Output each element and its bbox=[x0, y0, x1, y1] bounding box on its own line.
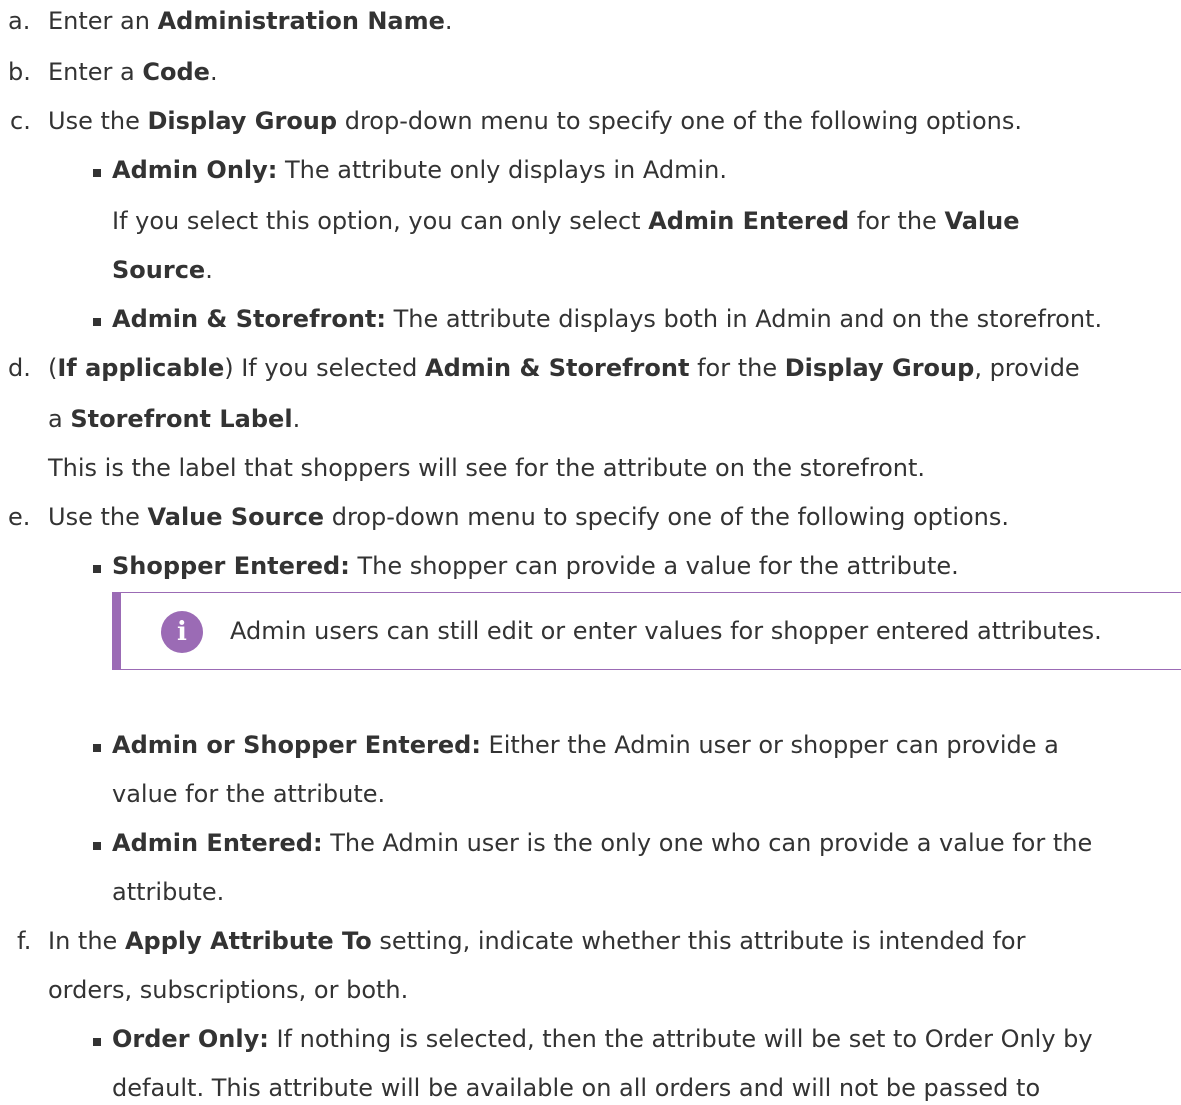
option-admin-only-note-line2: Source. bbox=[112, 256, 213, 284]
step-d-marker: d. bbox=[8, 354, 31, 382]
step-d-text-line1: (If applicable) If you selected Admin & … bbox=[48, 354, 1080, 382]
step-b-text: Enter a Code. bbox=[48, 58, 218, 86]
apply-attribute-to-term: Apply Attribute To bbox=[124, 927, 372, 955]
value-source-term: Value Source bbox=[147, 503, 325, 531]
step-e-text: Use the Value Source drop-down menu to s… bbox=[48, 503, 1010, 531]
info-callout-text: Admin users can still edit or enter valu… bbox=[230, 617, 1102, 645]
option-admin-storefront: Admin & Storefront: The attribute displa… bbox=[112, 305, 1103, 333]
step-f-text-line1: In the Apply Attribute To setting, indic… bbox=[48, 927, 1026, 955]
bullet-icon bbox=[93, 565, 101, 573]
step-a-text: Enter an Administration Name. bbox=[48, 7, 453, 35]
bullet-icon bbox=[93, 842, 101, 850]
step-a-marker: a. bbox=[8, 7, 31, 35]
step-b-marker: b. bbox=[8, 58, 31, 86]
option-order-only: Order Only: If nothing is selected, then… bbox=[112, 1025, 1093, 1053]
code-term: Code bbox=[142, 58, 210, 86]
info-icon: i bbox=[161, 611, 203, 653]
step-d-text-line2: a Storefront Label. bbox=[48, 405, 301, 433]
step-e-marker: e. bbox=[8, 503, 31, 531]
option-admin-entered: Admin Entered: The Admin user is the onl… bbox=[112, 829, 1093, 857]
option-order-only-line2: default. This attribute will be availabl… bbox=[112, 1074, 1041, 1102]
option-shopper-entered: Shopper Entered: The shopper can provide… bbox=[112, 552, 959, 580]
display-group-term: Display Group bbox=[147, 107, 338, 135]
bullet-icon bbox=[93, 744, 101, 752]
option-admin-or-shopper-entered-line2: value for the attribute. bbox=[112, 780, 386, 808]
bullet-icon bbox=[93, 1038, 101, 1046]
step-f-marker: f. bbox=[17, 927, 32, 955]
option-admin-only-note-line1: If you select this option, you can only … bbox=[112, 207, 1020, 235]
step-c-marker: c. bbox=[10, 107, 31, 135]
info-callout: i Admin users can still edit or enter va… bbox=[112, 592, 1181, 670]
administration-name-term: Administration Name bbox=[157, 7, 445, 35]
option-admin-or-shopper-entered: Admin or Shopper Entered: Either the Adm… bbox=[112, 731, 1059, 759]
bullet-icon bbox=[93, 318, 101, 326]
bullet-icon bbox=[93, 169, 101, 177]
option-admin-entered-line2: attribute. bbox=[112, 878, 225, 906]
option-admin-only: Admin Only: The attribute only displays … bbox=[112, 156, 727, 184]
step-d-note: This is the label that shoppers will see… bbox=[48, 454, 926, 482]
step-c-text: Use the Display Group drop-down menu to … bbox=[48, 107, 1023, 135]
step-f-text-line2: orders, subscriptions, or both. bbox=[48, 976, 409, 1004]
